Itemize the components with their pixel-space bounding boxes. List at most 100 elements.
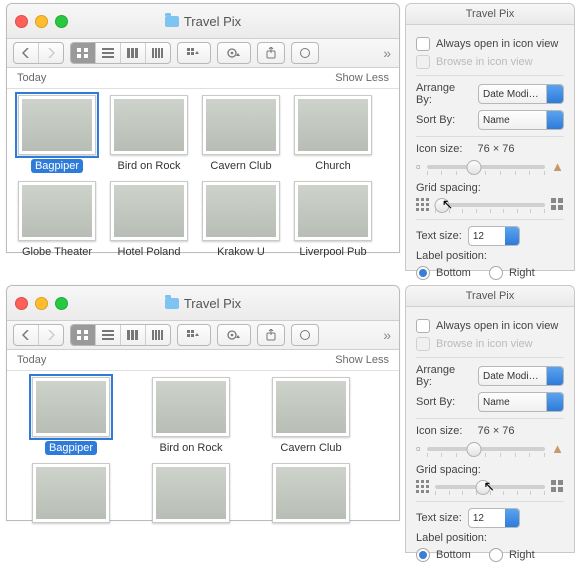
sort-by-label: Sort By: [416, 114, 455, 126]
text-size-stepper[interactable]: 12▴▾ [468, 226, 520, 246]
show-less-link[interactable]: Show Less [335, 354, 389, 366]
file-thumbnail[interactable] [110, 95, 188, 155]
tags-button[interactable] [291, 324, 319, 346]
file-label[interactable] [307, 527, 315, 529]
file-label[interactable]: Hotel Poland [114, 245, 185, 259]
file-item[interactable]: Liverpool Pub [287, 181, 379, 259]
sort-by-popup[interactable]: Name▴▾ [478, 110, 564, 130]
arrange-by-popup[interactable]: Date Modi…▴▾ [478, 84, 564, 104]
icon-view-button[interactable] [71, 325, 96, 345]
list-view-button[interactable] [96, 325, 121, 345]
list-view-button[interactable] [96, 43, 121, 63]
file-thumbnail[interactable] [18, 181, 96, 241]
grid-loose-icon [551, 198, 564, 211]
file-label[interactable] [187, 527, 195, 529]
file-thumbnail[interactable] [272, 463, 350, 523]
forward-button[interactable] [39, 325, 63, 345]
column-view-button[interactable] [121, 325, 146, 345]
icon-size-value: 76 × 76 [478, 425, 515, 437]
grid-tight-icon [416, 198, 429, 211]
file-thumbnail[interactable] [272, 377, 350, 437]
label-right-radio[interactable] [489, 548, 503, 562]
file-thumbnail[interactable] [18, 95, 96, 155]
zoom-window-button[interactable] [55, 15, 68, 28]
coverflow-view-button[interactable] [146, 43, 170, 63]
file-item[interactable]: Church [287, 95, 379, 173]
back-button[interactable] [14, 43, 39, 63]
icon-size-slider[interactable] [427, 165, 546, 169]
browse-checkbox [416, 55, 430, 69]
file-item[interactable]: Bird on Rock [131, 377, 251, 455]
file-item[interactable]: Cavern Club [195, 95, 287, 173]
file-item[interactable] [251, 463, 371, 529]
share-button[interactable] [257, 324, 285, 346]
action-menu-button[interactable] [217, 324, 251, 346]
label-bottom-radio[interactable] [416, 548, 430, 562]
grid-spacing-label: Grid spacing: [416, 182, 481, 194]
text-size-stepper[interactable]: 12▴▾ [468, 508, 520, 528]
icon-view-button[interactable] [71, 43, 96, 63]
icon-size-label: Icon size: [416, 143, 462, 155]
inspector-title: Travel Pix [406, 4, 574, 25]
view-mode-segmented [70, 324, 171, 346]
file-item[interactable]: Bagpiper [11, 377, 131, 455]
arrange-menu-button[interactable] [177, 42, 211, 64]
toolbar-overflow-button[interactable]: » [383, 45, 391, 61]
forward-button[interactable] [39, 43, 63, 63]
action-menu-button[interactable] [217, 42, 251, 64]
minimize-window-button[interactable] [35, 297, 48, 310]
file-label[interactable]: Bagpiper [45, 441, 97, 455]
file-thumbnail[interactable] [32, 377, 110, 437]
file-label[interactable]: Globe Theater [18, 245, 96, 259]
file-thumbnail[interactable] [152, 463, 230, 523]
zoom-window-button[interactable] [55, 297, 68, 310]
file-thumbnail[interactable] [152, 377, 230, 437]
file-item[interactable]: Bird on Rock [103, 95, 195, 173]
file-label[interactable]: Bagpiper [31, 159, 83, 173]
icon-size-label: Icon size: [416, 425, 462, 437]
share-button[interactable] [257, 42, 285, 64]
file-thumbnail[interactable] [202, 181, 280, 241]
file-label[interactable]: Liverpool Pub [295, 245, 370, 259]
back-button[interactable] [14, 325, 39, 345]
file-label[interactable]: Cavern Club [276, 441, 345, 455]
toolbar-overflow-button[interactable]: » [383, 327, 391, 343]
file-thumbnail[interactable] [32, 463, 110, 523]
file-label[interactable]: Cavern Club [206, 159, 275, 173]
file-label[interactable]: Bird on Rock [114, 159, 185, 173]
grid-spacing-slider[interactable]: ↖ [435, 485, 545, 489]
file-label[interactable]: Church [311, 159, 354, 173]
file-thumbnail[interactable] [110, 181, 188, 241]
always-open-checkbox[interactable] [416, 319, 430, 333]
arrange-by-popup[interactable]: Date Modi…▴▾ [478, 366, 564, 386]
file-item[interactable] [11, 463, 131, 529]
arrange-menu-button[interactable] [177, 324, 211, 346]
file-thumbnail[interactable] [294, 95, 372, 155]
file-label[interactable]: Krakow U [213, 245, 269, 259]
text-size-label: Text size: [416, 512, 462, 524]
file-item[interactable]: Cavern Club [251, 377, 371, 455]
always-open-checkbox[interactable] [416, 37, 430, 51]
grid-spacing-slider[interactable]: ↖ [435, 203, 545, 207]
minimize-window-button[interactable] [35, 15, 48, 28]
file-item[interactable]: Bagpiper [11, 95, 103, 173]
icon-size-slider[interactable] [427, 447, 546, 451]
close-window-button[interactable] [15, 297, 28, 310]
label-bottom-radio[interactable] [416, 266, 430, 280]
traffic-lights [15, 297, 68, 310]
sort-by-popup[interactable]: Name▴▾ [478, 392, 564, 412]
file-item[interactable]: Hotel Poland [103, 181, 195, 259]
show-less-link[interactable]: Show Less [335, 72, 389, 84]
file-label[interactable] [67, 527, 75, 529]
file-item[interactable]: Krakow U [195, 181, 287, 259]
file-thumbnail[interactable] [202, 95, 280, 155]
tags-button[interactable] [291, 42, 319, 64]
close-window-button[interactable] [15, 15, 28, 28]
label-right-radio[interactable] [489, 266, 503, 280]
file-item[interactable]: Globe Theater [11, 181, 103, 259]
coverflow-view-button[interactable] [146, 325, 170, 345]
file-label[interactable]: Bird on Rock [156, 441, 227, 455]
file-item[interactable] [131, 463, 251, 529]
column-view-button[interactable] [121, 43, 146, 63]
file-thumbnail[interactable] [294, 181, 372, 241]
